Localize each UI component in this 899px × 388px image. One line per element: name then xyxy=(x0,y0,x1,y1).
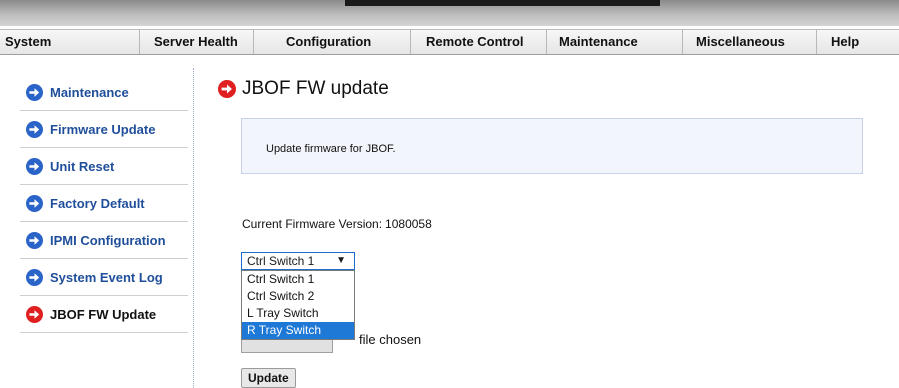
arrow-circle-right-icon xyxy=(26,120,43,138)
sidebar-item-maintenance[interactable]: Maintenance xyxy=(20,74,188,111)
menu-help[interactable]: Help xyxy=(817,30,899,54)
sidebar-item-system-event-log[interactable]: System Event Log xyxy=(20,259,188,296)
file-status-text: file chosen xyxy=(359,332,422,347)
menu-miscellaneous[interactable]: Miscellaneous xyxy=(683,30,817,54)
sidebar-nav: Maintenance Firmware Update Unit Reset F… xyxy=(20,74,188,333)
switch-select-value: Ctrl Switch 1 xyxy=(247,254,315,268)
page-title-text: JBOF FW update xyxy=(242,78,389,99)
info-panel: Update firmware for JBOF. xyxy=(241,118,863,174)
sidebar-item-label: Unit Reset xyxy=(50,158,115,174)
arrow-circle-right-icon xyxy=(26,194,43,212)
top-banner xyxy=(0,0,899,26)
firmware-version: Current Firmware Version: 1080058 xyxy=(242,217,432,231)
sidebar-item-unit-reset[interactable]: Unit Reset xyxy=(20,148,188,185)
info-text: Update firmware for JBOF. xyxy=(266,143,396,155)
option-r-tray-switch[interactable]: R Tray Switch xyxy=(242,322,354,339)
sidebar-item-label: Maintenance xyxy=(50,84,129,100)
option-l-tray-switch[interactable]: L Tray Switch xyxy=(242,305,354,322)
dropdown-caret-icon: ▼ xyxy=(336,255,346,266)
arrow-circle-right-icon xyxy=(218,80,236,98)
sidebar-item-factory-default[interactable]: Factory Default xyxy=(20,185,188,222)
menu-server-health[interactable]: Server Health xyxy=(140,30,254,54)
option-ctrl-switch-1[interactable]: Ctrl Switch 1 xyxy=(242,271,354,288)
sidebar-item-label: IPMI Configuration xyxy=(50,232,166,248)
arrow-circle-right-icon xyxy=(26,268,43,286)
menu-maintenance[interactable]: Maintenance xyxy=(547,30,683,54)
switch-select[interactable]: Ctrl Switch 1 ▼ xyxy=(241,252,355,270)
option-ctrl-switch-2[interactable]: Ctrl Switch 2 xyxy=(242,288,354,305)
page-title: JBOF FW update xyxy=(218,78,389,100)
switch-select-options: Ctrl Switch 1 Ctrl Switch 2 L Tray Switc… xyxy=(241,270,355,340)
sidebar-item-ipmi-configuration[interactable]: IPMI Configuration xyxy=(20,222,188,259)
sidebar-item-label: Factory Default xyxy=(50,195,145,211)
firmware-version-label: Current Firmware Version: xyxy=(242,217,383,231)
menu-remote-control[interactable]: Remote Control xyxy=(411,30,547,54)
arrow-circle-right-icon xyxy=(26,305,43,323)
menu-system[interactable]: System xyxy=(0,30,140,54)
arrow-circle-right-icon xyxy=(26,231,43,249)
menu-configuration[interactable]: Configuration xyxy=(254,30,411,54)
arrow-circle-right-icon xyxy=(26,83,43,101)
main-menu-bar: System Server Health Configuration Remot… xyxy=(0,29,899,55)
banner-tab xyxy=(345,0,660,6)
update-button[interactable]: Update xyxy=(241,368,296,388)
sidebar-item-jbof-fw-update[interactable]: JBOF FW Update xyxy=(20,296,188,333)
sidebar-item-label: Firmware Update xyxy=(50,121,156,137)
sidebar-item-label: JBOF FW Update xyxy=(50,306,157,322)
sidebar-item-label: System Event Log xyxy=(50,269,163,285)
firmware-version-value: 1080058 xyxy=(385,217,432,231)
sidebar-item-firmware-update[interactable]: Firmware Update xyxy=(20,111,188,148)
sidebar-divider xyxy=(193,68,194,388)
arrow-circle-right-icon xyxy=(26,157,43,175)
